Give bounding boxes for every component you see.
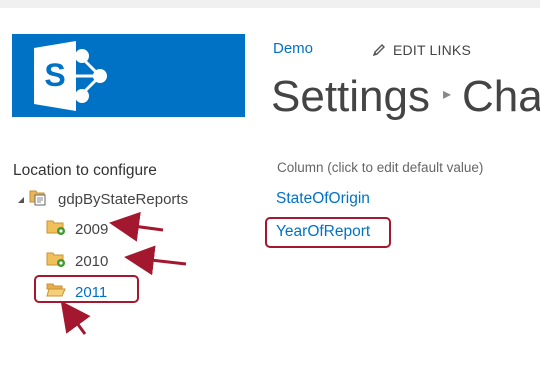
site-link-demo[interactable]: Demo xyxy=(273,40,313,57)
tree-root-label: gdpByStateReports xyxy=(58,190,189,208)
tree-item-2010[interactable]: 2010 xyxy=(46,250,108,272)
svg-text:S: S xyxy=(44,57,65,93)
tree-item-label: 2010 xyxy=(75,252,109,270)
folder-gear-icon xyxy=(46,250,66,272)
location-to-configure-label: Location to configure xyxy=(13,162,157,179)
column-link-state-of-origin[interactable]: StateOfOrigin xyxy=(276,190,370,208)
tree-item-2009[interactable]: 2009 xyxy=(46,218,108,240)
pencil-icon xyxy=(372,43,386,60)
breadcrumb-separator-icon: ▸ xyxy=(442,86,452,103)
column-list-header: Column (click to edit default value) xyxy=(277,160,484,175)
folder-gear-icon xyxy=(46,218,66,240)
arrow-to-2010 xyxy=(124,245,187,276)
highlight-box-year-of-report xyxy=(265,217,391,248)
site-logo[interactable]: S xyxy=(12,34,245,117)
sharepoint-logo-icon: S xyxy=(34,41,107,111)
tree-item-label: 2009 xyxy=(75,220,109,238)
arrow-to-2011 xyxy=(60,300,91,335)
top-strip xyxy=(0,0,540,8)
arrow-to-2009 xyxy=(109,211,164,242)
page-title: Settings ▸ Cha xyxy=(271,66,540,126)
collapse-triangle-icon[interactable] xyxy=(17,191,26,208)
page-title-settings: Settings xyxy=(271,72,430,121)
edit-links-label: EDIT LINKS xyxy=(393,42,471,58)
edit-links-button[interactable]: EDIT LINKS xyxy=(372,42,471,60)
library-icon xyxy=(29,188,49,210)
tree-root-node[interactable]: gdpByStateReports xyxy=(17,188,188,210)
highlight-box-2011 xyxy=(34,275,139,303)
page-title-next: Cha xyxy=(462,72,540,121)
